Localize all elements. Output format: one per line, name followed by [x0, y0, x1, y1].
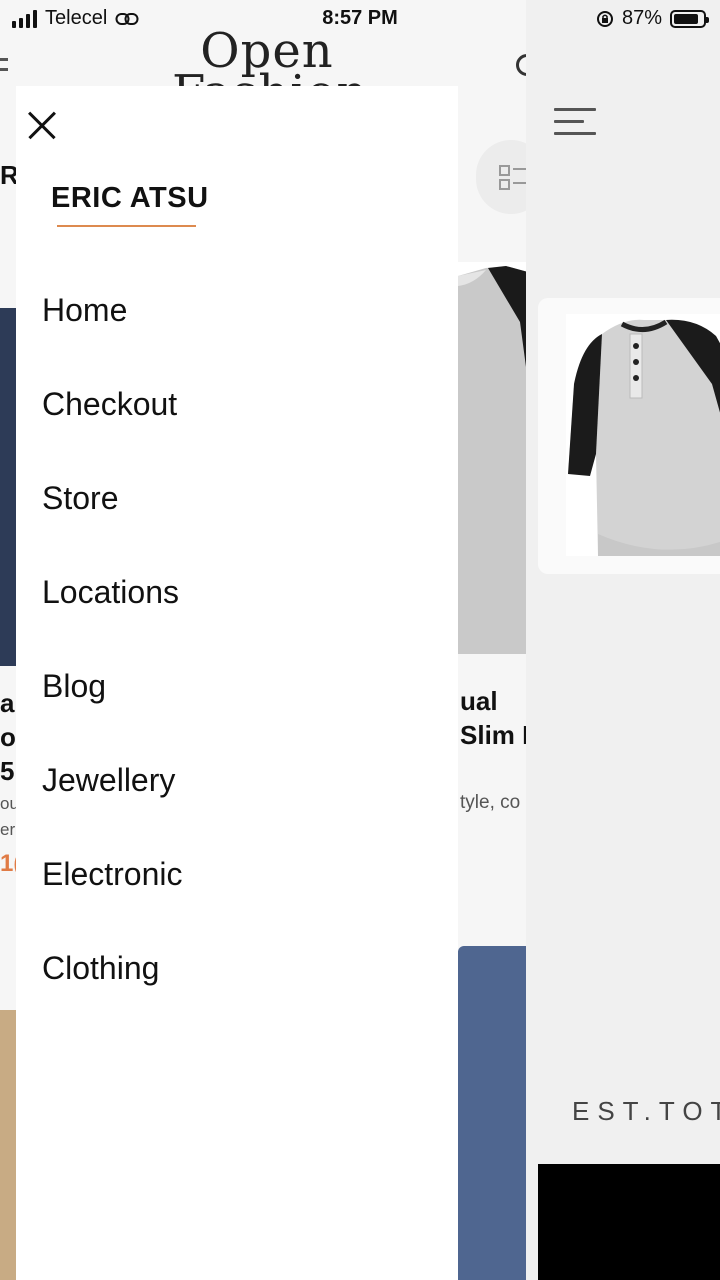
menu-item-clothing[interactable]: Clothing [42, 940, 183, 1034]
status-right: 87% [596, 7, 709, 30]
menu-icon[interactable] [0, 58, 8, 84]
close-icon[interactable] [26, 110, 58, 142]
battery-percent: 87% [621, 7, 662, 29]
navigation-drawer: ERIC ATSU Home Checkout Store Locations … [16, 86, 458, 1280]
menu-item-blog[interactable]: Blog [42, 658, 183, 752]
app-screen: Open Fashion R a o 5 ou er 1( ual [0, 0, 720, 1280]
product-title: a [0, 688, 15, 718]
battery-icon [670, 9, 709, 28]
product-image[interactable] [458, 262, 528, 654]
menu-item-locations[interactable]: Locations [42, 564, 183, 658]
product-card[interactable] [538, 298, 720, 574]
henley-shirt-image [568, 319, 720, 556]
brand-text: EST.TOT [572, 1096, 720, 1126]
list-view-icon [499, 165, 526, 190]
shirt-image [458, 266, 528, 654]
menu-item-home[interactable]: Home [42, 282, 183, 376]
product-description: er [0, 820, 16, 839]
product-title: ual [460, 686, 498, 716]
status-bar: Telecel 8:57 PM 87% [0, 0, 720, 36]
banner-block[interactable] [538, 1164, 720, 1280]
rotation-lock-icon [596, 10, 613, 27]
product-title: 5 [0, 756, 15, 786]
drawer-menu: Home Checkout Store Locations Blog Jewel… [42, 282, 183, 1034]
menu-item-electronic[interactable]: Electronic [42, 846, 183, 940]
product-image[interactable] [458, 946, 528, 1280]
menu-icon[interactable] [554, 108, 596, 138]
product-description: tyle, co [460, 792, 521, 813]
menu-item-checkout[interactable]: Checkout [42, 376, 183, 470]
user-name: ERIC ATSU [51, 182, 209, 214]
product-title: Slim I [460, 720, 530, 750]
product-title: o [0, 722, 16, 752]
user-name-underline [57, 225, 196, 227]
menu-item-jewellery[interactable]: Jewellery [42, 752, 183, 846]
menu-item-store[interactable]: Store [42, 470, 183, 564]
secondary-screen: EST.TOT [526, 0, 720, 1280]
product-image [566, 314, 720, 556]
